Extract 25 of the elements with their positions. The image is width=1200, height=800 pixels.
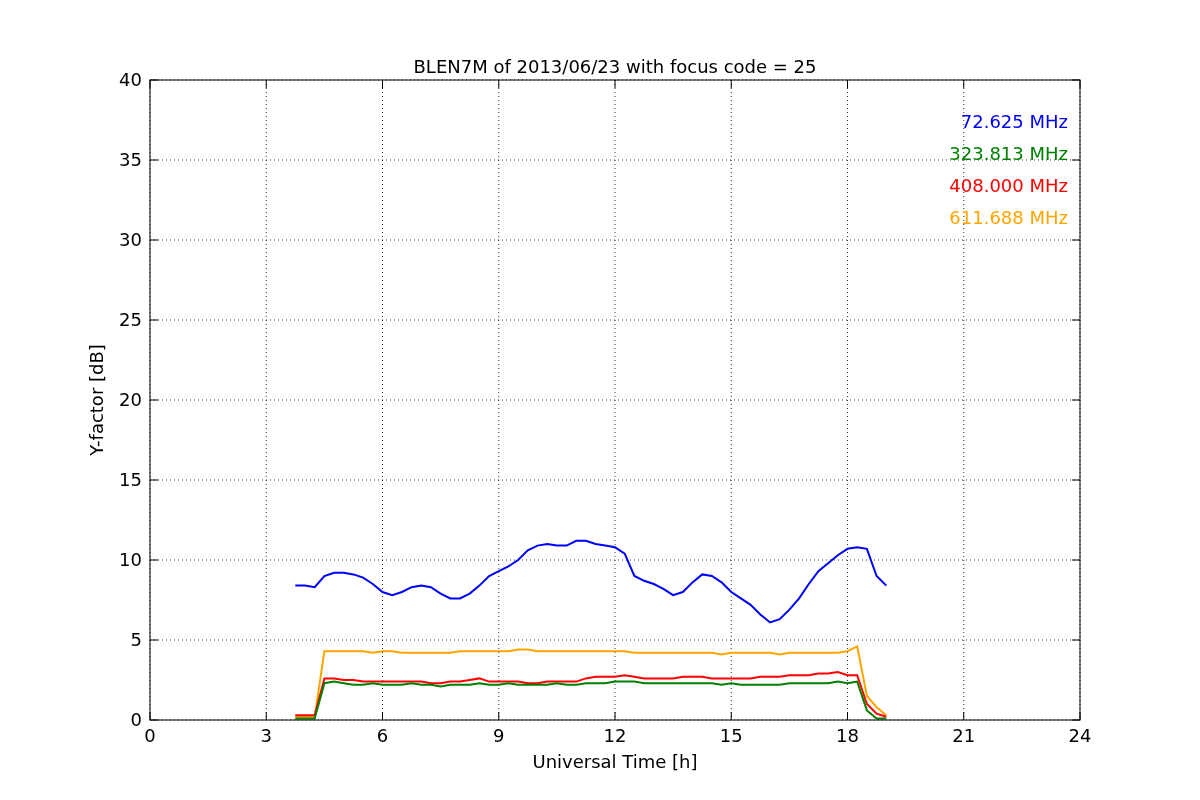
axis-tick-label: 15: [119, 469, 142, 490]
x-axis-label: Universal Time [h]: [532, 751, 698, 772]
axis-tick-label: 5: [130, 629, 142, 650]
axis-tick-label: 15: [719, 725, 743, 746]
axis-tick-label: 20: [119, 389, 142, 410]
y-axis-label: Y-factor [dB]: [86, 344, 107, 456]
axis-tick-label: 30: [119, 229, 142, 250]
axis-tick-label: 10: [119, 549, 142, 570]
axis-tick-label: 21: [952, 725, 976, 746]
legend-label: 72.625 MHz: [960, 111, 1068, 132]
axis-tick-label: 3: [260, 725, 272, 746]
chart-title: BLEN7M of 2013/06/23 with focus code = 25: [413, 56, 817, 77]
axis-tick-label: 40: [119, 69, 142, 90]
axis-tick-label: 9: [493, 725, 505, 746]
axis-tick-label: 0: [144, 725, 156, 746]
axis-tick-label: 35: [119, 149, 142, 170]
axis-tick-label: 25: [119, 309, 142, 330]
axis-tick-label: 0: [130, 709, 142, 730]
legend-label: 611.688 MHz: [949, 207, 1068, 228]
legend-label: 408.000 MHz: [949, 175, 1068, 196]
axis-tick-label: 12: [603, 725, 627, 746]
axis-tick-label: 6: [376, 725, 389, 746]
axis-tick-label: 18: [836, 725, 859, 746]
axis-tick-label: 24: [1068, 725, 1092, 746]
legend-label: 323.813 MHz: [949, 143, 1068, 164]
